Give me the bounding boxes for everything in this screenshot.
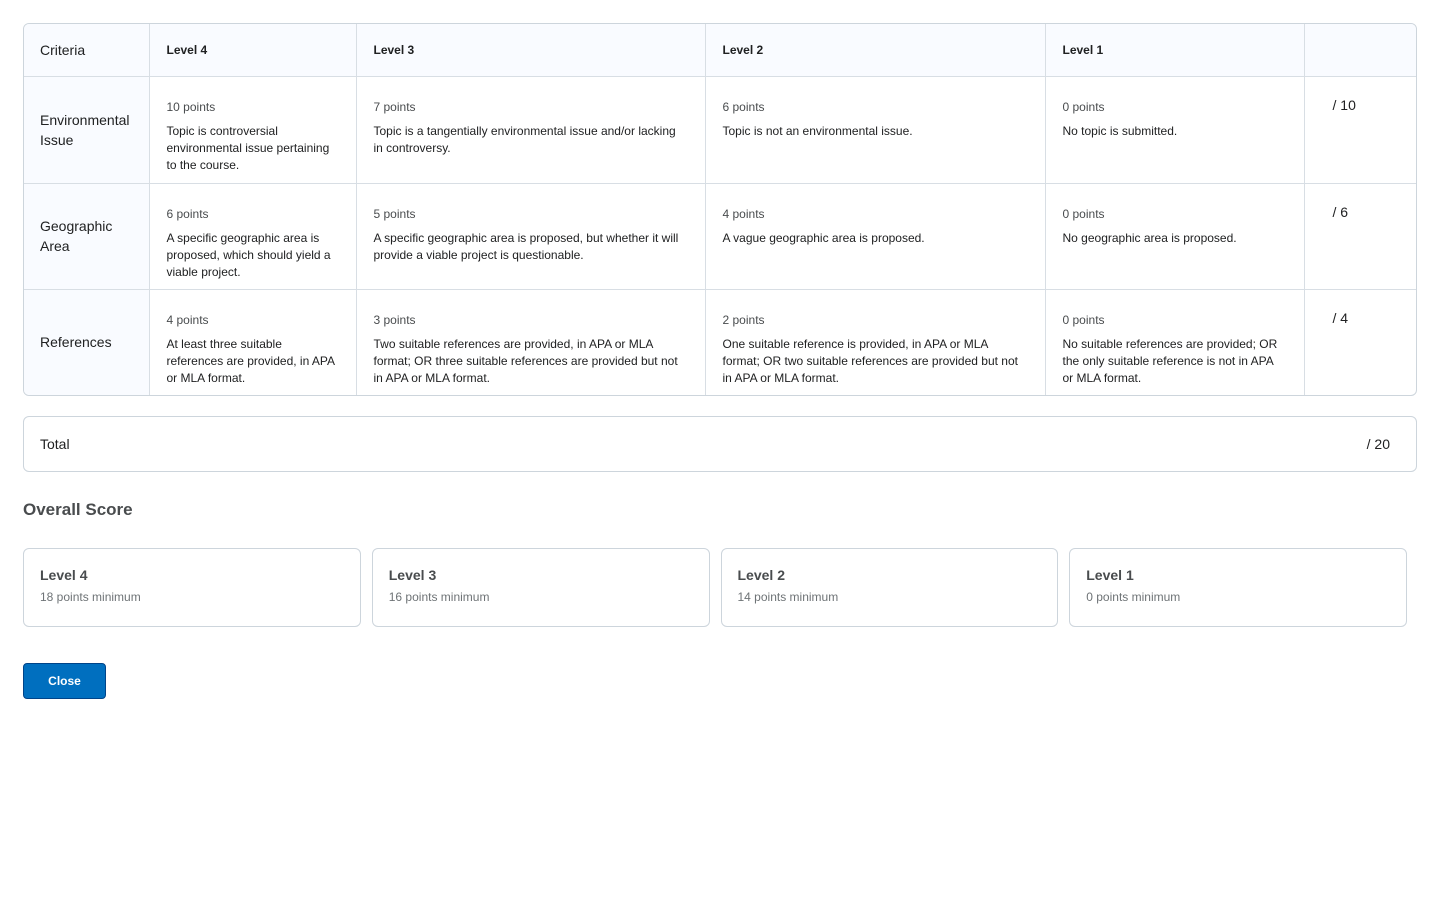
level-description: A vague geographic area is proposed. — [722, 230, 925, 245]
overall-level-card: Level 3 16 points minimum — [371, 548, 710, 627]
level-description: Topic is controversial environmental iss… — [166, 123, 330, 172]
rubric-table-container: Criteria Level 4 Level 3 Level 2 Level 1… — [23, 23, 1417, 396]
criterion-name: References — [24, 289, 150, 395]
overall-level-minimum: 18 points minimum — [40, 590, 141, 604]
level-points: 5 points — [373, 206, 416, 221]
level-description: No geographic area is proposed. — [1062, 230, 1237, 245]
rubric-dialog: Criteria Level 4 Level 3 Level 2 Level 1… — [0, 0, 1440, 900]
level-points: 3 points — [373, 312, 416, 327]
level-points: 7 points — [373, 99, 416, 114]
level-2-column-header: Level 2 — [705, 24, 1046, 77]
criteria-column-header: Criteria — [24, 24, 150, 77]
level-description: A specific geographic area is proposed, … — [373, 230, 679, 262]
level-1-cell: 0 points No topic is submitted. — [1045, 76, 1305, 184]
level-points: 6 points — [722, 99, 765, 114]
level-4-cell: 10 points Topic is controversial environ… — [149, 76, 357, 184]
overall-level-minimum: 16 points minimum — [388, 590, 490, 604]
criterion-row-environmental-issue: Environmental Issue 10 points Topic is c… — [24, 76, 1416, 184]
level-1-column-header: Level 1 — [1045, 24, 1305, 77]
level-1-cell: 0 points No geographic area is proposed. — [1045, 183, 1305, 290]
criterion-row-geographic-area: Geographic Area 6 points A specific geog… — [24, 183, 1416, 290]
level-1-cell: 0 points No suitable references are prov… — [1045, 289, 1305, 395]
level-description: Two suitable references are provided, in… — [373, 336, 678, 385]
level-points: 4 points — [722, 206, 765, 221]
overall-score-heading: Overall Score — [23, 500, 133, 519]
level-description: A specific geographic area is proposed, … — [166, 230, 331, 279]
close-button[interactable]: Close — [23, 663, 106, 699]
rubric-header-row: Criteria Level 4 Level 3 Level 2 Level 1 — [24, 24, 1416, 77]
total-row: Total / 20 — [23, 416, 1417, 472]
rubric-table: Criteria Level 4 Level 3 Level 2 Level 1… — [24, 24, 1416, 395]
criterion-row-references: References 4 points At least three suita… — [24, 289, 1416, 395]
level-3-cell: 3 points Two suitable references are pro… — [356, 289, 706, 395]
criterion-name: Environmental Issue — [24, 76, 150, 184]
level-description: No suitable references are provided; OR … — [1062, 336, 1278, 385]
level-4-cell: 4 points At least three suitable referen… — [149, 289, 357, 395]
overall-level-card: Level 1 0 points minimum — [1069, 548, 1407, 627]
level-points: 0 points — [1062, 206, 1105, 221]
overall-level-minimum: 0 points minimum — [1086, 590, 1181, 604]
level-points: 10 points — [166, 99, 216, 114]
criterion-score: / 4 — [1332, 309, 1349, 326]
level-description: At least three suitable references are p… — [166, 336, 335, 385]
level-4-cell: 6 points A specific geographic area is p… — [149, 183, 357, 290]
level-points: 0 points — [1062, 312, 1105, 327]
level-2-cell: 6 points Topic is not an environmental i… — [705, 76, 1046, 184]
level-description: Topic is a tangentially environmental is… — [373, 123, 676, 155]
level-2-cell: 2 points One suitable reference is provi… — [705, 289, 1046, 395]
overall-level-name: Level 4 — [40, 567, 88, 583]
total-score: / 20 — [1366, 436, 1390, 452]
level-description: Topic is not an environmental issue. — [722, 123, 913, 138]
overall-level-card: Level 4 18 points minimum — [23, 548, 361, 627]
criterion-score: / 10 — [1304, 76, 1416, 184]
overall-level-minimum: 14 points minimum — [737, 590, 839, 604]
criterion-score: / 6 — [1304, 183, 1416, 290]
level-4-column-header: Level 4 — [149, 24, 357, 77]
level-points: 6 points — [166, 206, 209, 221]
level-3-column-header: Level 3 — [356, 24, 706, 77]
overall-level-name: Level 2 — [737, 567, 785, 583]
overall-score-levels: Level 4 18 points minimum Level 3 16 poi… — [23, 548, 1407, 627]
level-3-cell: 5 points A specific geographic area is p… — [356, 183, 706, 290]
overall-level-card: Level 2 14 points minimum — [720, 548, 1059, 627]
level-points: 4 points — [166, 312, 209, 327]
total-label: Total — [40, 436, 70, 452]
level-points: 0 points — [1062, 99, 1105, 114]
level-points: 2 points — [722, 312, 765, 327]
level-description: No topic is submitted. — [1062, 123, 1178, 138]
level-3-cell: 7 points Topic is a tangentially environ… — [356, 76, 706, 184]
overall-level-name: Level 1 — [1086, 567, 1134, 583]
score-column-header — [1304, 24, 1416, 77]
overall-level-name: Level 3 — [388, 567, 437, 583]
criterion-name: Geographic Area — [24, 183, 150, 290]
level-description: One suitable reference is provided, in A… — [722, 336, 1018, 385]
level-2-cell: 4 points A vague geographic area is prop… — [705, 183, 1046, 290]
